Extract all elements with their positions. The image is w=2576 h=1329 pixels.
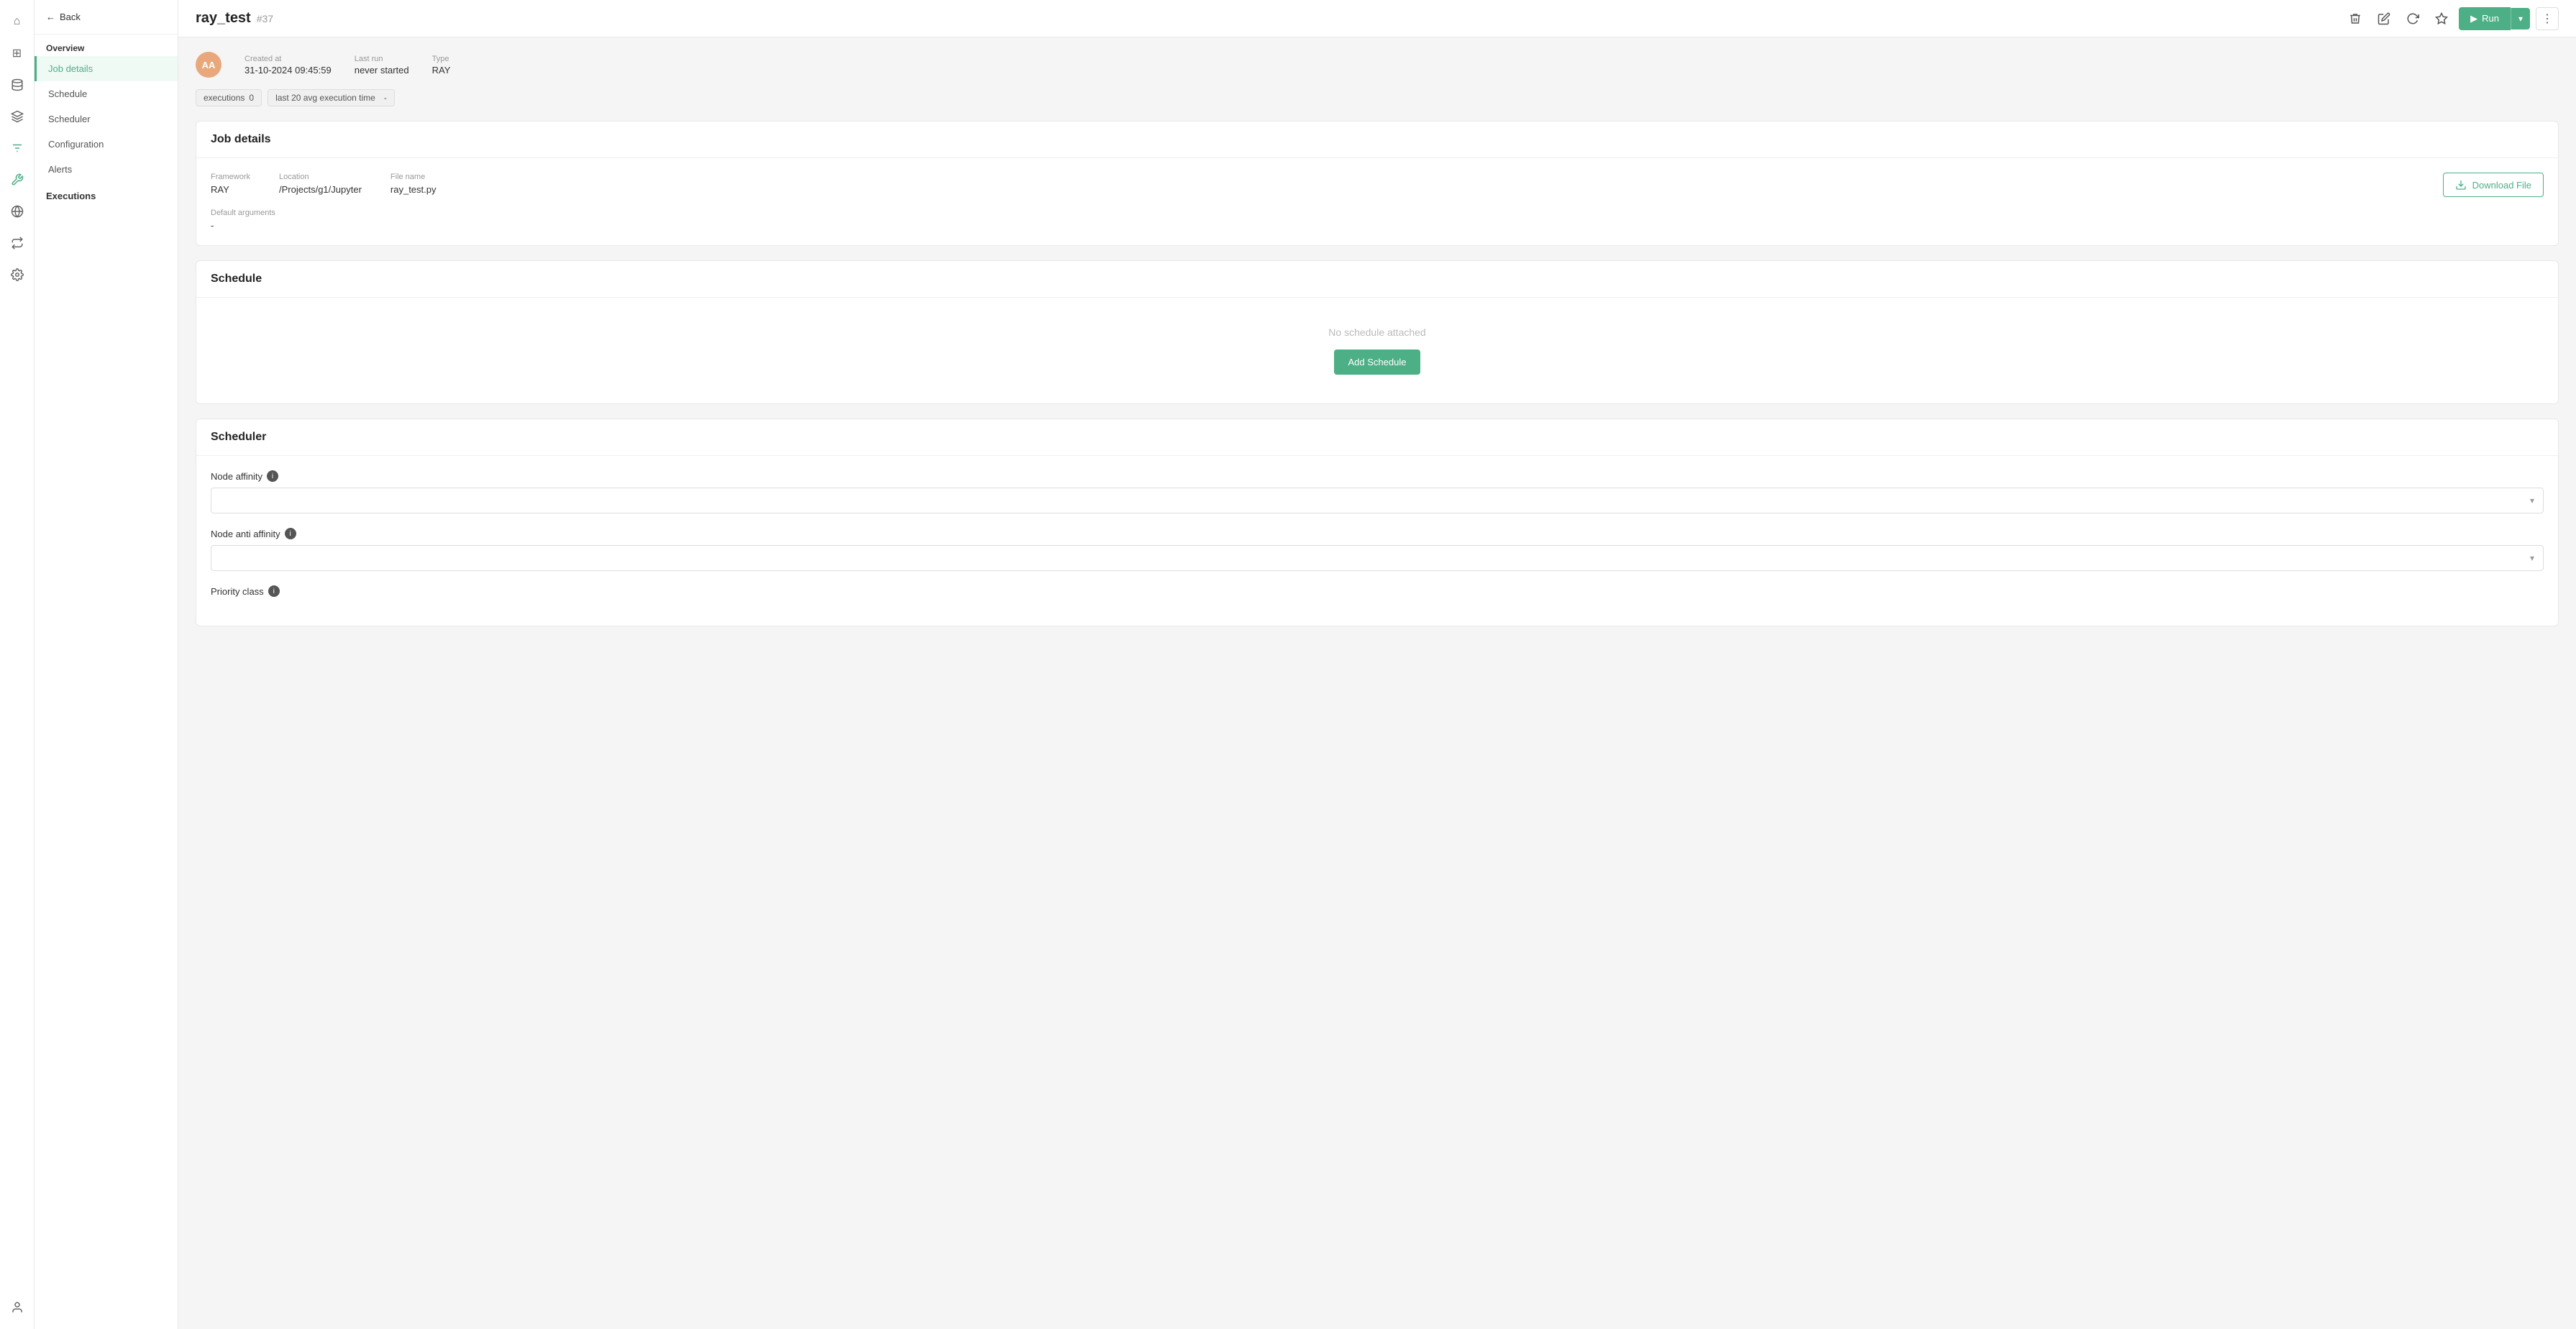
node-affinity-dropdown[interactable]: ▾ bbox=[211, 488, 2544, 513]
download-file-button[interactable]: Download File bbox=[2443, 173, 2544, 197]
schedule-title: Schedule bbox=[196, 261, 2558, 298]
sidebar-item-alerts[interactable]: Alerts bbox=[35, 157, 178, 182]
run-icon: ▶ bbox=[2470, 13, 2477, 24]
settings-icon[interactable] bbox=[4, 262, 30, 288]
type-field: Type RAY bbox=[432, 55, 451, 76]
created-at-value: 31-10-2024 09:45:59 bbox=[245, 65, 332, 76]
sidebar-item-job-details[interactable]: Job details bbox=[35, 56, 178, 81]
file-name-field: File name ray_test.py bbox=[390, 173, 437, 195]
run-label: Run bbox=[2482, 13, 2499, 24]
run-chevron-icon: ▾ bbox=[2518, 14, 2523, 24]
pin-button[interactable] bbox=[2430, 7, 2453, 30]
node-anti-affinity-field: Node anti affinity i ▾ bbox=[211, 528, 2544, 571]
topbar: ray_test #37 ▶ Run ▾ bbox=[178, 0, 2576, 37]
executions-filter[interactable]: executions 0 bbox=[196, 89, 262, 106]
node-affinity-label: Node affinity i bbox=[211, 470, 2544, 482]
created-at-label: Created at bbox=[245, 55, 332, 63]
location-label: Location bbox=[279, 173, 362, 181]
back-label: Back bbox=[60, 12, 81, 22]
framework-field: Framework RAY bbox=[211, 173, 250, 195]
job-details-card: Job details Framework RAY Location /Proj… bbox=[196, 121, 2559, 246]
job-details-body: Framework RAY Location /Projects/g1/Jupy… bbox=[196, 158, 2558, 245]
database-icon[interactable] bbox=[4, 72, 30, 98]
topbar-title: ray_test #37 bbox=[196, 10, 273, 27]
priority-class-field: Priority class i bbox=[211, 585, 2544, 597]
sidebar-item-scheduler[interactable]: Scheduler bbox=[35, 106, 178, 132]
framework-label: Framework bbox=[211, 173, 250, 181]
scheduler-card: Scheduler Node affinity i ▾ Node anti af… bbox=[196, 419, 2559, 626]
job-details-fields: Framework RAY Location /Projects/g1/Jupy… bbox=[211, 173, 437, 195]
icon-sidebar: ⌂ ⊞ bbox=[0, 0, 35, 1329]
executions-section-title: Executions bbox=[35, 182, 178, 210]
topbar-actions: ▶ Run ▾ ⋮ bbox=[2344, 7, 2559, 30]
default-args-label: Default arguments bbox=[211, 209, 2544, 217]
run-dropdown-button[interactable]: ▾ bbox=[2511, 8, 2530, 29]
last-run-label: Last run bbox=[355, 55, 409, 63]
type-label: Type bbox=[432, 55, 451, 63]
default-args-value: - bbox=[211, 220, 2544, 231]
schedule-empty-text: No schedule attached bbox=[1328, 326, 1425, 338]
scheduler-title: Scheduler bbox=[196, 419, 2558, 456]
node-anti-affinity-chevron-icon: ▾ bbox=[2530, 553, 2534, 563]
avg-execution-filter[interactable]: last 20 avg execution time - bbox=[268, 89, 395, 106]
filter-icon[interactable] bbox=[4, 135, 30, 161]
priority-class-info-icon[interactable]: i bbox=[268, 585, 280, 597]
filter-row: executions 0 last 20 avg execution time … bbox=[196, 89, 2559, 106]
home-icon[interactable]: ⌂ bbox=[4, 9, 30, 35]
sidebar-item-configuration[interactable]: Configuration bbox=[35, 132, 178, 157]
back-button[interactable]: ← Back bbox=[35, 0, 178, 35]
content-area: AA Created at 31-10-2024 09:45:59 Last r… bbox=[178, 37, 2576, 1329]
refresh-button[interactable] bbox=[2401, 7, 2424, 30]
last-run-value: never started bbox=[355, 65, 409, 76]
type-value: RAY bbox=[432, 65, 451, 76]
job-title: ray_test bbox=[196, 10, 251, 27]
location-field: Location /Projects/g1/Jupyter bbox=[279, 173, 362, 195]
back-arrow-icon: ← bbox=[46, 12, 55, 22]
more-options-button[interactable]: ⋮ bbox=[2536, 7, 2559, 30]
edit-button[interactable] bbox=[2372, 7, 2395, 30]
sidebar: ← Back Overview Job details Schedule Sch… bbox=[35, 0, 178, 1329]
node-anti-affinity-dropdown[interactable]: ▾ bbox=[211, 545, 2544, 571]
default-args-section: Default arguments - bbox=[211, 209, 2544, 231]
network-icon[interactable] bbox=[4, 198, 30, 224]
layers-icon[interactable] bbox=[4, 104, 30, 129]
file-name-value: ray_test.py bbox=[390, 184, 437, 195]
grid-icon[interactable]: ⊞ bbox=[4, 40, 30, 66]
schedule-card: Schedule No schedule attached Add Schedu… bbox=[196, 260, 2559, 404]
download-label: Download File bbox=[2472, 180, 2531, 191]
node-anti-affinity-label: Node anti affinity i bbox=[211, 528, 2544, 539]
main-content: ray_test #37 ▶ Run ▾ bbox=[178, 0, 2576, 1329]
run-button-group: ▶ Run ▾ bbox=[2459, 7, 2530, 30]
created-at-field: Created at 31-10-2024 09:45:59 bbox=[245, 55, 332, 76]
tool-icon[interactable] bbox=[4, 167, 30, 193]
scheduler-body: Node affinity i ▾ Node anti affinity i bbox=[196, 456, 2558, 626]
meta-row: AA Created at 31-10-2024 09:45:59 Last r… bbox=[196, 52, 2559, 78]
job-id: #37 bbox=[257, 13, 273, 24]
job-details-title: Job details bbox=[196, 122, 2558, 158]
node-affinity-info-icon[interactable]: i bbox=[267, 470, 278, 482]
schedule-empty-state: No schedule attached Add Schedule bbox=[196, 298, 2558, 403]
sidebar-item-schedule[interactable]: Schedule bbox=[35, 81, 178, 106]
avg-filter-value: - bbox=[384, 93, 387, 103]
overview-section-title: Overview bbox=[35, 35, 178, 56]
node-anti-affinity-info-icon[interactable]: i bbox=[285, 528, 296, 539]
location-value: /Projects/g1/Jupyter bbox=[279, 184, 362, 195]
avg-filter-label: last 20 avg execution time bbox=[275, 93, 375, 103]
node-affinity-field: Node affinity i ▾ bbox=[211, 470, 2544, 513]
last-run-field: Last run never started bbox=[355, 55, 409, 76]
user-avatar-icon[interactable] bbox=[4, 1294, 30, 1320]
priority-class-label: Priority class i bbox=[211, 585, 2544, 597]
file-name-label: File name bbox=[390, 173, 437, 181]
node-affinity-chevron-icon: ▾ bbox=[2530, 495, 2534, 506]
framework-value: RAY bbox=[211, 184, 250, 195]
avatar: AA bbox=[196, 52, 221, 78]
delete-button[interactable] bbox=[2344, 7, 2367, 30]
executions-filter-label: executions bbox=[204, 93, 245, 103]
flow-icon[interactable] bbox=[4, 230, 30, 256]
run-button[interactable]: ▶ Run bbox=[2459, 7, 2511, 30]
executions-filter-count: 0 bbox=[249, 93, 254, 103]
add-schedule-button[interactable]: Add Schedule bbox=[1334, 350, 1421, 375]
